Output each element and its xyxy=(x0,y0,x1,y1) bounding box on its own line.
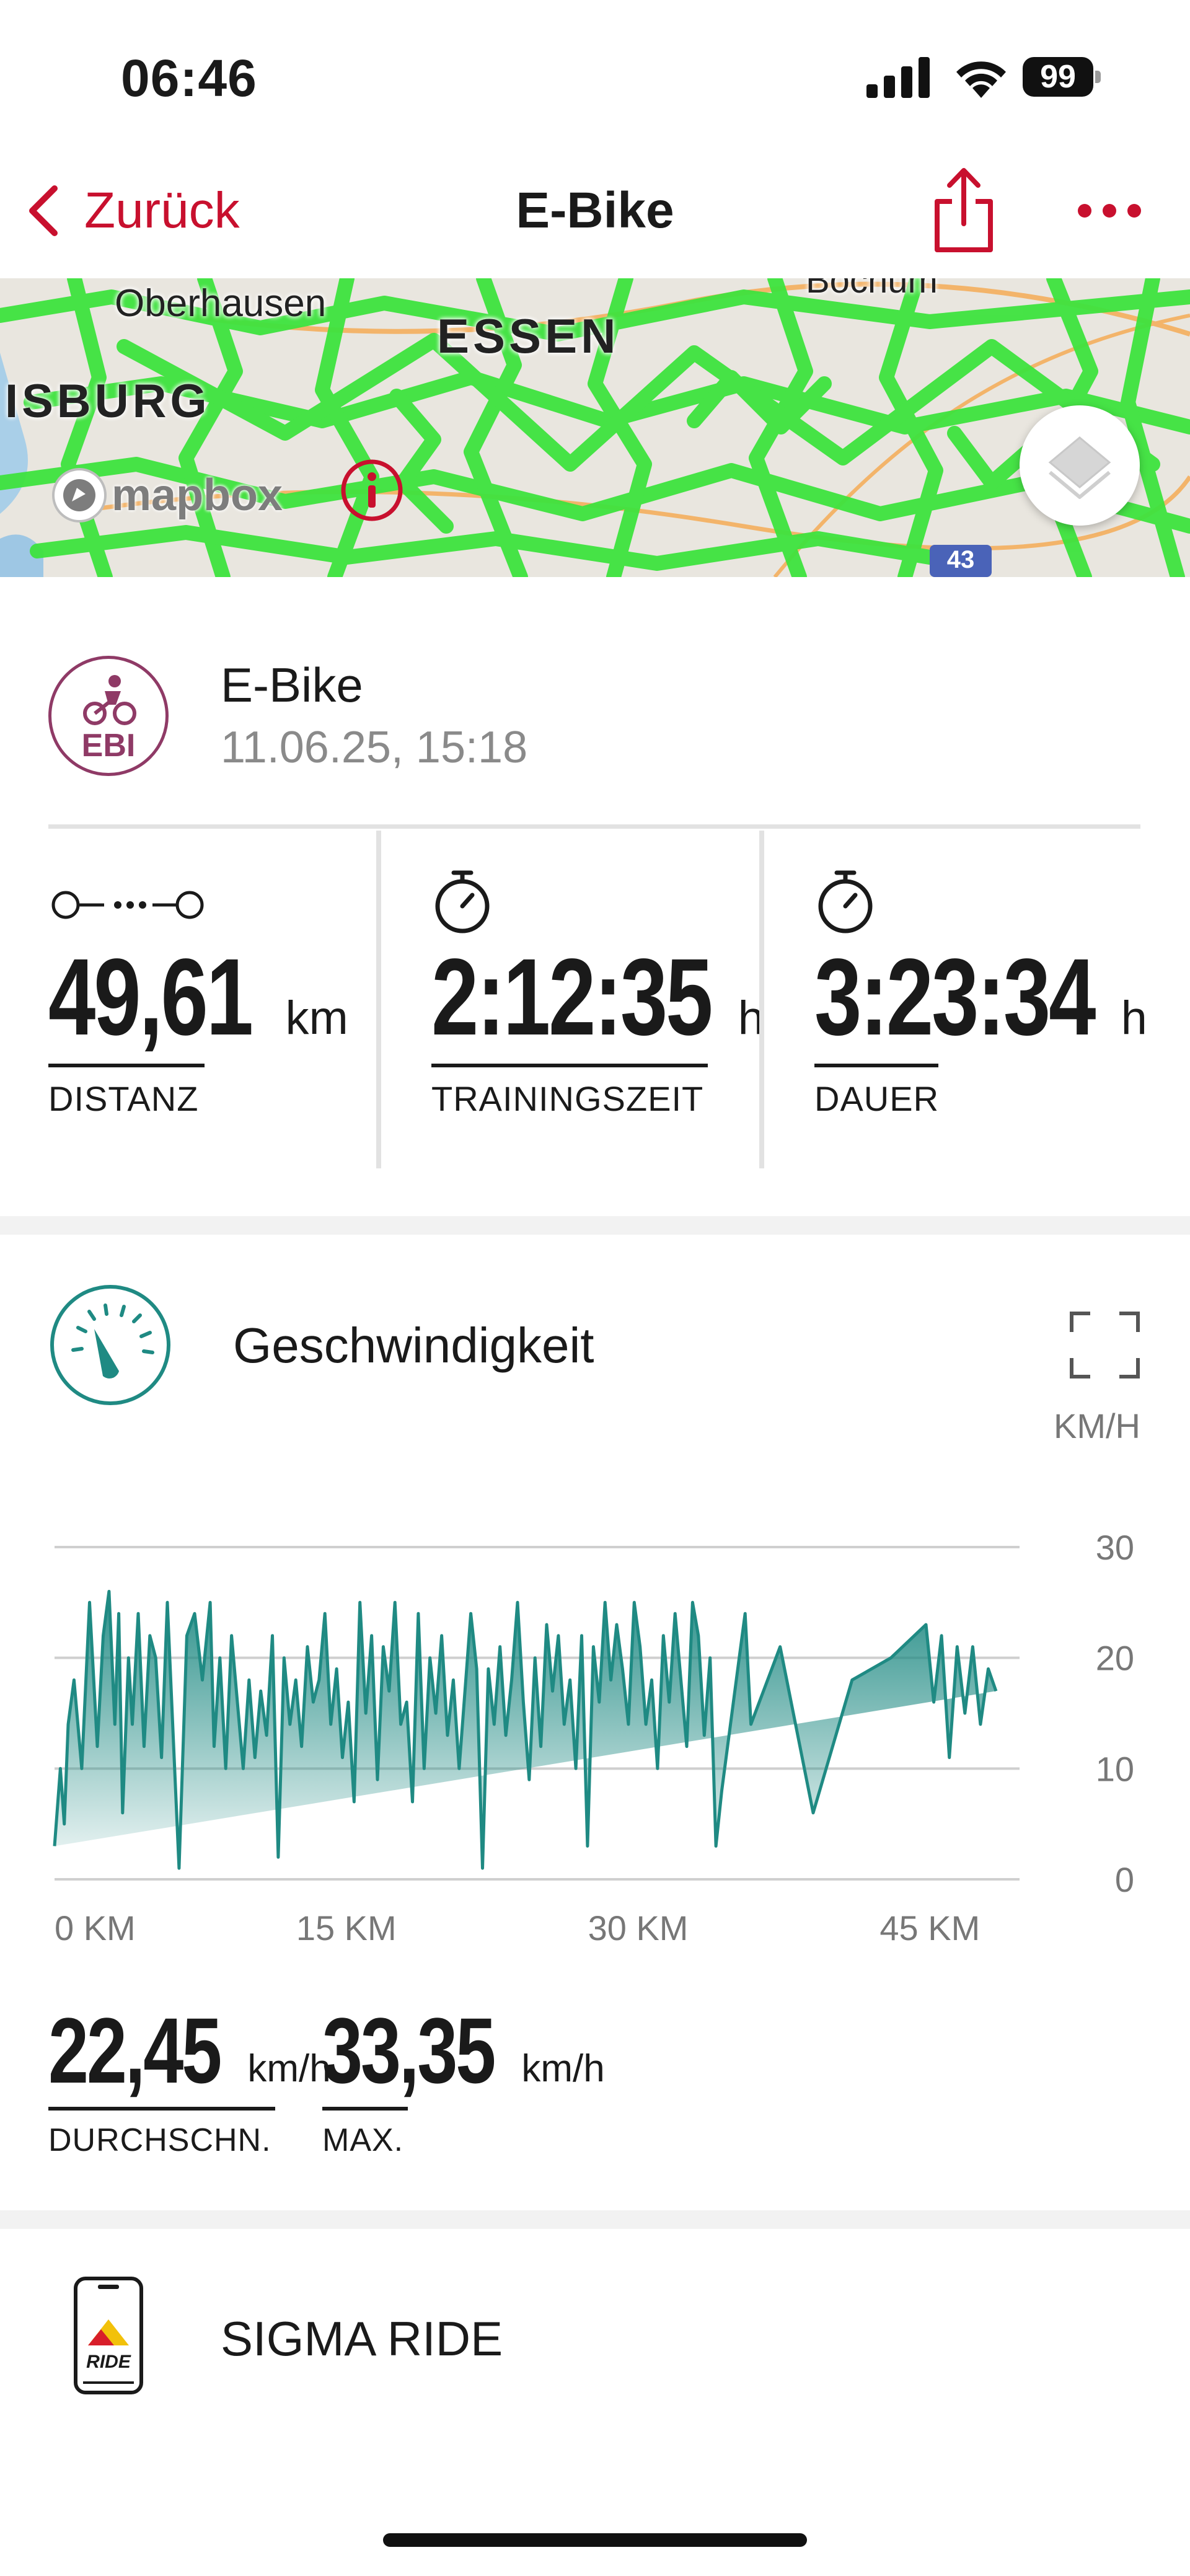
mapbox-attribution[interactable]: mapbox xyxy=(50,464,283,526)
route-badge: 43 xyxy=(946,546,975,573)
mapbox-logo-icon xyxy=(52,468,107,523)
activity-datetime: 11.06.25, 15:18 xyxy=(221,723,528,772)
stat-distance-unit: km xyxy=(285,992,348,1044)
speed-max-unit: km/h xyxy=(521,2047,605,2090)
activity-badge: EBI xyxy=(81,728,136,764)
battery-level: 99 xyxy=(1040,59,1076,95)
x-tick-label: 15 KM xyxy=(296,1908,397,1947)
stat-divider-2 xyxy=(759,831,764,1168)
stat-duration-value: 3:23:34 xyxy=(814,937,1096,1058)
x-tick-label: 45 KM xyxy=(879,1908,980,1947)
distance-icon xyxy=(51,891,204,919)
speed-avg-unit: km/h xyxy=(247,2047,331,2090)
status-time: 06:46 xyxy=(121,49,257,107)
speed-avg-value: 22,45 xyxy=(48,1998,222,2102)
stat-distance: 49,61 km DISTANZ xyxy=(48,831,371,1168)
activity-type-icon: EBI xyxy=(48,656,169,776)
fullscreen-icon xyxy=(1070,1312,1140,1378)
map-label-essen: ESSEN xyxy=(437,309,620,363)
speed-icon xyxy=(48,1283,172,1407)
speed-chart: 30 20 10 0 0 KM 15 KM 30 KM 45 KM xyxy=(53,1528,1134,1947)
more-icon xyxy=(1078,204,1141,218)
speed-avg-label: DURCHSCHN. xyxy=(48,2122,271,2158)
map-layers-button[interactable] xyxy=(1020,405,1140,526)
share-icon xyxy=(935,168,993,252)
stat-duration: 3:23:34 h DAUER xyxy=(814,831,1147,1168)
home-indicator xyxy=(383,2533,807,2547)
speed-title: Geschwindigkeit xyxy=(233,1318,594,1373)
map-label-duisburg: ISBURG xyxy=(5,375,211,428)
speed-max-underline xyxy=(322,2107,408,2111)
y-tick-label: 0 xyxy=(1115,1860,1134,1899)
map-label-oberhausen: Oberhausen xyxy=(115,282,327,325)
section-divider xyxy=(0,2210,1190,2229)
y-tick-label: 30 xyxy=(1096,1528,1134,1567)
mapbox-text: mapbox xyxy=(112,470,283,520)
activity-name: E-Bike xyxy=(221,658,363,712)
stat-divider-1 xyxy=(376,831,381,1168)
stat-distance-label: DISTANZ xyxy=(48,1079,199,1118)
speed-unit-label: KM/H xyxy=(1054,1406,1140,1445)
source-app-icon-text: RIDE xyxy=(86,2352,131,2372)
stat-training-time-value: 2:12:35 xyxy=(431,937,713,1058)
page-title: E-Bike xyxy=(516,182,674,239)
speed-max: 33,35 km/h MAX. xyxy=(322,1998,605,2160)
map-label-bochum: Bochum xyxy=(806,278,938,301)
section-divider xyxy=(0,1216,1190,1235)
layers-icon xyxy=(1048,436,1111,499)
stat-distance-value: 49,61 xyxy=(48,937,253,1058)
stat-training-time-underline xyxy=(431,1064,708,1067)
speed-max-value: 33,35 xyxy=(322,1998,496,2102)
phone-app-icon xyxy=(74,2277,143,2394)
stat-training-time: 2:12:35 h TRAININGSZEIT xyxy=(431,831,764,1168)
source-name: SIGMA RIDE xyxy=(221,2311,503,2366)
stopwatch-icon xyxy=(818,870,873,933)
signal-icon xyxy=(866,57,932,98)
expand-chart-button[interactable] xyxy=(1069,1311,1140,1379)
speedometer-icon xyxy=(50,1285,170,1405)
battery-indicator: 99 xyxy=(1023,57,1101,97)
more-button[interactable] xyxy=(1075,195,1144,226)
stopwatch-icon xyxy=(435,870,490,933)
info-icon xyxy=(341,459,403,521)
y-tick-label: 20 xyxy=(1096,1639,1134,1678)
y-tick-label: 10 xyxy=(1096,1749,1134,1788)
route-map[interactable]: Oberhausen ESSEN ISBURG Bochum 43 mapbox xyxy=(0,278,1190,577)
map-info-button[interactable] xyxy=(340,458,404,523)
stat-distance-underline xyxy=(48,1064,205,1067)
share-button[interactable] xyxy=(930,164,998,257)
speed-max-label: MAX. xyxy=(322,2122,404,2158)
x-tick-label: 30 KM xyxy=(588,1908,689,1947)
source-app-icon: RIDE xyxy=(73,2276,144,2395)
header-divider xyxy=(48,824,1140,829)
stat-duration-label: DAUER xyxy=(814,1079,940,1118)
x-tick-label: 0 KM xyxy=(55,1908,136,1947)
stat-training-time-label: TRAININGSZEIT xyxy=(431,1079,704,1118)
speed-avg: 22,45 km/h DURCHSCHN. xyxy=(48,1998,331,2160)
speed-avg-underline xyxy=(48,2107,275,2111)
wifi-icon xyxy=(951,55,1011,99)
stat-duration-unit: h xyxy=(1121,992,1147,1044)
stat-duration-underline xyxy=(814,1064,938,1067)
